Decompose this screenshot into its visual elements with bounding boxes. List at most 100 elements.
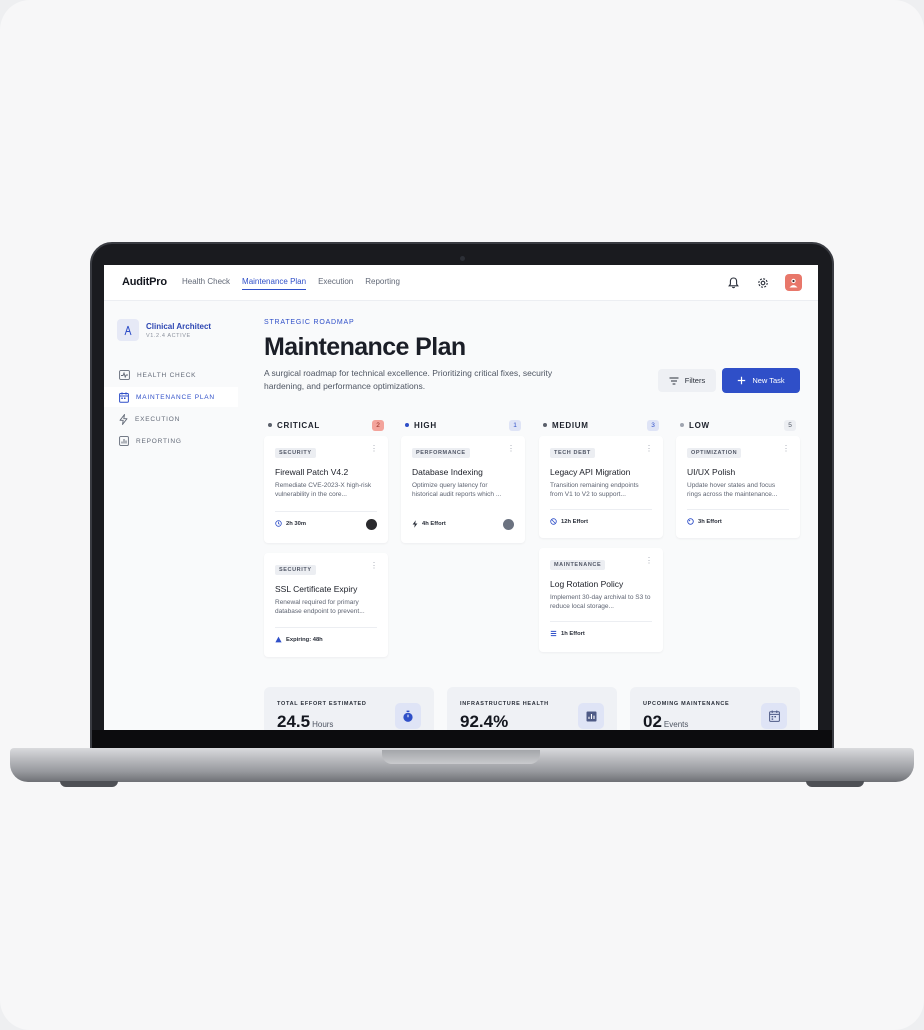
sidebar-nav: HEALTH CHECK MAINTENANCE PLAN EXECUTION … [104,365,238,453]
section-eyebrow: STRATEGIC ROADMAP [264,319,355,326]
column-dot [680,423,684,427]
filters-label: Filters [684,376,706,385]
card-title: Firewall Patch V4.2 [275,467,349,477]
column-title: HIGH [414,420,437,430]
card-meta: 1h Effort [550,630,585,637]
plus-icon [738,376,746,385]
stat-value: 92.4% [460,712,509,730]
card-meta-text: Expiring: 48h [286,636,323,643]
bell-icon[interactable] [725,275,741,291]
column-dot [543,423,547,427]
clock-icon [550,518,557,525]
nav-maintenance-plan[interactable]: Maintenance Plan [242,277,307,290]
laptop-chin [92,730,832,748]
card-meta: 3h Effort [687,518,722,525]
card-description: Transition remaining endpoints from V1 t… [550,482,639,498]
pulse-icon [119,370,130,380]
workspace-switcher[interactable]: Clinical Architect V1.2.4 ACTIVE [117,319,211,341]
kebab-menu-icon[interactable]: ⋮ [370,445,378,453]
column-count-badge: 2 [372,419,384,431]
laptop-foot-left [60,781,118,787]
card-meta: 12h Effort [550,518,588,525]
chart-icon [578,703,604,729]
stat-label: TOTAL EFFORT ESTIMATED [277,701,367,707]
card-description: Remediate CVE-2023-X high-risk vulnerabi… [275,482,372,498]
kebab-menu-icon[interactable]: ⋮ [645,445,653,453]
new-task-button[interactable]: New Task [722,368,800,393]
task-card[interactable]: SECURITY ⋮ SSL Certificate Expiry Renewa… [264,553,388,657]
task-card[interactable]: PERFORMANCE ⋮ Database Indexing Optimize… [401,436,525,543]
card-title: UI/UX Polish [687,467,736,477]
filter-icon [669,377,679,384]
sidebar-item-execution[interactable]: EXECUTION [104,409,238,429]
card-tag: SECURITY [275,448,316,458]
column-header: CRITICAL 2 [264,419,388,431]
kanban-column-high: HIGH 1 PERFORMANCE ⋮ Database Indexing O… [401,419,525,543]
column-title: CRITICAL [277,420,320,430]
kebab-menu-icon[interactable]: ⋮ [507,445,515,453]
kebab-menu-icon[interactable]: ⋮ [645,557,653,565]
stat-value: 24.5 [277,712,311,730]
task-card[interactable]: MAINTENANCE ⋮ Log Rotation Policy Implem… [539,548,663,652]
card-title: Log Rotation Policy [550,579,624,589]
workspace-name: Clinical Architect [146,322,212,331]
column-title: LOW [689,420,710,430]
top-nav: Health Check Maintenance Plan Execution … [182,277,400,290]
card-divider [275,511,377,512]
assignee-avatar[interactable] [366,519,377,530]
column-count-badge: 3 [647,419,659,431]
kanban-column-low: LOW 5 OPTIMIZATION ⋮ UI/UX Polish Update… [676,419,800,538]
nav-execution[interactable]: Execution [318,277,353,290]
new-task-label: New Task [752,376,785,385]
page-title: Maintenance Plan [264,333,466,361]
card-description: Update hover states and focus rings acro… [687,482,778,498]
sidebar-item-maintenance-plan[interactable]: MAINTENANCE PLAN [104,387,238,407]
sidebar-item-label: EXECUTION [135,415,181,423]
card-meta-text: 2h 30m [286,520,306,527]
user-avatar[interactable] [785,274,802,291]
card-meta: 4h Effort [412,520,446,528]
gear-icon[interactable] [755,275,771,291]
top-navigation-bar: AuditPro Health Check Maintenance Plan E… [104,265,818,301]
kebab-menu-icon[interactable]: ⋮ [370,562,378,570]
sidebar-item-reporting[interactable]: REPORTING [104,431,238,451]
list-icon [550,630,557,637]
sidebar-item-label: MAINTENANCE PLAN [136,393,215,401]
top-actions [725,274,802,291]
column-count-badge: 5 [784,419,796,431]
filters-button[interactable]: Filters [658,369,716,392]
card-tag: PERFORMANCE [412,448,470,458]
stat-label: UPCOMING MAINTENANCE [643,701,730,707]
sidebar-item-label: REPORTING [136,437,182,445]
sidebar-item-health-check[interactable]: HEALTH CHECK [104,365,238,385]
nav-reporting[interactable]: Reporting [365,277,400,290]
column-header: MEDIUM 3 [539,419,663,431]
task-card[interactable]: TECH DEBT ⋮ Legacy API Migration Transit… [539,436,663,538]
task-card[interactable]: OPTIMIZATION ⋮ UI/UX Polish Update hover… [676,436,800,538]
kebab-menu-icon[interactable]: ⋮ [782,445,790,453]
laptop-notch [382,750,540,764]
laptop-foot-right [806,781,864,787]
brand-logo[interactable]: AuditPro [122,276,167,288]
stat-unit: Hours [312,720,334,729]
workspace-version: V1.2.4 ACTIVE [146,333,191,339]
task-card[interactable]: SECURITY ⋮ Firewall Patch V4.2 Remediate… [264,436,388,543]
laptop-camera [460,256,465,261]
stat-value-row: 24.5 Hours [277,712,333,730]
card-divider [550,509,652,510]
assignee-avatar[interactable] [503,519,514,530]
card-meta-text: 12h Effort [561,518,589,525]
card-divider [550,621,652,622]
card-description: Implement 30-day archival to S3 to reduc… [550,594,651,610]
calendar-icon [119,391,129,403]
card-divider [687,509,789,510]
kanban-column-critical: CRITICAL 2 SECURITY ⋮ Firewall Patch V4.… [264,419,388,657]
card-tag: OPTIMIZATION [687,448,742,458]
card-meta-text: 1h Effort [561,630,585,637]
nav-health-check[interactable]: Health Check [182,277,230,290]
stat-unit: Events [663,720,689,729]
report-icon [119,436,129,446]
card-title: Database Indexing [412,467,483,477]
compass-icon [117,319,139,341]
calendar-icon [761,703,787,729]
